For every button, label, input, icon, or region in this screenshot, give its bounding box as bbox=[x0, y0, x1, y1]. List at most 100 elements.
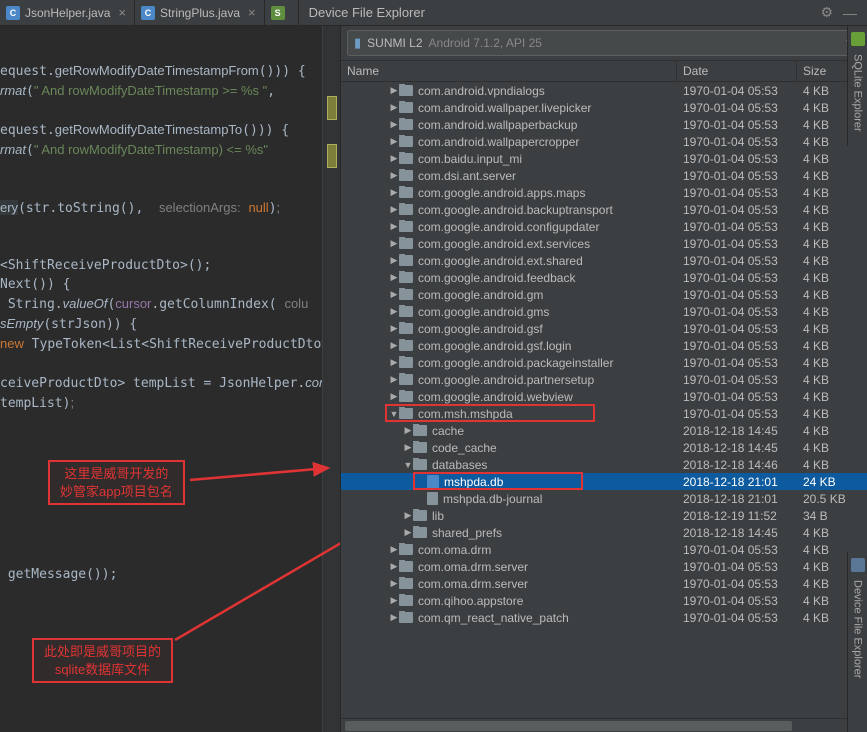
tree-folder[interactable]: ▶com.oma.drm.server1970-01-04 05:534 KB bbox=[341, 575, 867, 592]
expand-icon[interactable]: ▶ bbox=[389, 136, 399, 147]
item-date: 1970-01-04 05:53 bbox=[677, 339, 797, 353]
expand-icon[interactable]: ▶ bbox=[389, 102, 399, 113]
expand-icon[interactable]: ▶ bbox=[389, 374, 399, 385]
tree-folder[interactable]: ▶com.google.android.gm1970-01-04 05:534 … bbox=[341, 286, 867, 303]
device-file-explorer: ▮ SUNMI L2 Android 7.1.2, API 25 ▼ Name … bbox=[340, 26, 867, 732]
item-name: shared_prefs bbox=[432, 526, 502, 540]
minimize-icon[interactable]: ― bbox=[843, 5, 857, 21]
expand-icon[interactable]: ▶ bbox=[389, 187, 399, 198]
expand-icon[interactable]: ▶ bbox=[389, 357, 399, 368]
expand-icon[interactable]: ▶ bbox=[389, 544, 399, 555]
expand-icon[interactable]: ▶ bbox=[389, 578, 399, 589]
item-size: 4 KB bbox=[797, 271, 867, 285]
device-file-explorer-tab[interactable]: Device File Explorer bbox=[850, 574, 866, 684]
tree-folder[interactable]: ▶com.oma.drm.server1970-01-04 05:534 KB bbox=[341, 558, 867, 575]
tree-folder[interactable]: ▶lib2018-12-19 11:5234 B bbox=[341, 507, 867, 524]
tree-folder[interactable]: ▶com.android.vpndialogs1970-01-04 05:534… bbox=[341, 82, 867, 99]
expand-icon[interactable]: ▶ bbox=[389, 221, 399, 232]
expand-icon[interactable]: ▶ bbox=[403, 527, 413, 538]
expand-icon[interactable]: ▶ bbox=[389, 119, 399, 130]
tree-folder[interactable]: ▶com.android.wallpaper.livepicker1970-01… bbox=[341, 99, 867, 116]
expand-icon[interactable]: ▶ bbox=[389, 340, 399, 351]
tree-folder[interactable]: ▶com.qm_react_native_patch1970-01-04 05:… bbox=[341, 609, 867, 626]
tree-folder[interactable]: ▶shared_prefs2018-12-18 14:454 KB bbox=[341, 524, 867, 541]
tree-folder[interactable]: ▶com.google.android.gms1970-01-04 05:534… bbox=[341, 303, 867, 320]
tree-folder[interactable]: ▶com.oma.drm1970-01-04 05:534 KB bbox=[341, 541, 867, 558]
expand-icon[interactable]: ▶ bbox=[389, 595, 399, 606]
item-name: com.google.android.backuptransport bbox=[418, 203, 613, 217]
expand-icon[interactable]: ▶ bbox=[389, 153, 399, 164]
expand-icon[interactable]: ▶ bbox=[403, 442, 413, 453]
item-size: 4 KB bbox=[797, 152, 867, 166]
tree-folder[interactable]: ▶com.android.wallpaperbackup1970-01-04 0… bbox=[341, 116, 867, 133]
tree-folder[interactable]: ▶com.google.android.backuptransport1970-… bbox=[341, 201, 867, 218]
tree-folder[interactable]: ▶com.google.android.ext.shared1970-01-04… bbox=[341, 252, 867, 269]
expand-icon[interactable]: ▶ bbox=[389, 238, 399, 249]
tree-folder[interactable]: ▼com.msh.mshpda1970-01-04 05:534 KB bbox=[341, 405, 867, 422]
item-name: com.google.android.gsf bbox=[418, 322, 543, 336]
close-icon[interactable]: × bbox=[248, 5, 256, 20]
expand-icon[interactable]: ▶ bbox=[389, 255, 399, 266]
item-date: 1970-01-04 05:53 bbox=[677, 356, 797, 370]
close-icon[interactable]: × bbox=[118, 5, 126, 20]
file-tree[interactable]: ▶com.android.vpndialogs1970-01-04 05:534… bbox=[341, 82, 867, 732]
tree-folder[interactable]: ▶com.baidu.input_mi1970-01-04 05:534 KB bbox=[341, 150, 867, 167]
expand-icon[interactable]: ▶ bbox=[403, 510, 413, 521]
device-selector[interactable]: ▮ SUNMI L2 Android 7.1.2, API 25 ▼ bbox=[347, 30, 861, 56]
expand-icon[interactable]: ▶ bbox=[389, 204, 399, 215]
item-name: com.dsi.ant.server bbox=[418, 169, 516, 183]
tab-stringplus[interactable]: C StringPlus.java × bbox=[135, 0, 265, 26]
code-editor[interactable]: equest.getRowModifyDateTimestampFrom()))… bbox=[0, 26, 340, 732]
item-size: 4 KB bbox=[797, 186, 867, 200]
item-name: com.msh.mshpda bbox=[418, 407, 513, 421]
tree-folder[interactable]: ▶code_cache2018-12-18 14:454 KB bbox=[341, 439, 867, 456]
tree-folder[interactable]: ▶com.google.android.packageinstaller1970… bbox=[341, 354, 867, 371]
tab-other[interactable]: S bbox=[265, 0, 299, 26]
expand-icon[interactable]: ▶ bbox=[389, 272, 399, 283]
tab-label: JsonHelper.java bbox=[25, 6, 110, 20]
tree-folder[interactable]: ▶com.dsi.ant.server1970-01-04 05:534 KB bbox=[341, 167, 867, 184]
expand-icon[interactable]: ▶ bbox=[403, 425, 413, 436]
tab-jsonhelper[interactable]: C JsonHelper.java × bbox=[0, 0, 135, 26]
folder-icon bbox=[399, 544, 413, 555]
item-name: com.google.android.webview bbox=[418, 390, 573, 404]
expand-icon[interactable]: ▶ bbox=[389, 289, 399, 300]
tree-folder[interactable]: ▶com.google.android.configupdater1970-01… bbox=[341, 218, 867, 235]
gear-icon[interactable]: ⚙ bbox=[820, 4, 833, 21]
item-name: databases bbox=[432, 458, 487, 472]
item-size: 24 KB bbox=[797, 475, 867, 489]
col-date-header[interactable]: Date bbox=[677, 61, 797, 81]
item-date: 1970-01-04 05:53 bbox=[677, 118, 797, 132]
tree-folder[interactable]: ▶com.google.android.gsf.login1970-01-04 … bbox=[341, 337, 867, 354]
sqlite-explorer-tab[interactable]: SQLite Explorer bbox=[850, 48, 866, 138]
col-name-header[interactable]: Name bbox=[341, 61, 677, 81]
folder-icon bbox=[399, 306, 413, 317]
h-scrollbar[interactable] bbox=[341, 718, 867, 732]
item-date: 2018-12-19 11:52 bbox=[677, 509, 797, 523]
sqlite-explorer-icon[interactable] bbox=[851, 32, 865, 46]
expand-icon[interactable]: ▼ bbox=[403, 460, 413, 470]
tree-folder[interactable]: ▶cache2018-12-18 14:454 KB bbox=[341, 422, 867, 439]
tree-folder[interactable]: ▶com.google.android.partnersetup1970-01-… bbox=[341, 371, 867, 388]
expand-icon[interactable]: ▶ bbox=[389, 612, 399, 623]
tree-folder[interactable]: ▶com.google.android.webview1970-01-04 05… bbox=[341, 388, 867, 405]
expand-icon[interactable]: ▶ bbox=[389, 561, 399, 572]
device-file-explorer-icon[interactable] bbox=[851, 558, 865, 572]
annotation-sqlite-file: 此处即是威哥项目的sqlite数据库文件 bbox=[32, 638, 173, 683]
tree-folder[interactable]: ▶com.google.android.apps.maps1970-01-04 … bbox=[341, 184, 867, 201]
expand-icon[interactable]: ▶ bbox=[389, 391, 399, 402]
tree-folder[interactable]: ▶com.google.android.feedback1970-01-04 0… bbox=[341, 269, 867, 286]
folder-icon bbox=[399, 408, 413, 419]
tree-file[interactable]: mshpda.db2018-12-18 21:0124 KB bbox=[341, 473, 867, 490]
tree-folder[interactable]: ▶com.google.android.ext.services1970-01-… bbox=[341, 235, 867, 252]
expand-icon[interactable]: ▶ bbox=[389, 323, 399, 334]
tree-folder[interactable]: ▶com.android.wallpapercropper1970-01-04 … bbox=[341, 133, 867, 150]
expand-icon[interactable]: ▼ bbox=[389, 409, 399, 419]
expand-icon[interactable]: ▶ bbox=[389, 306, 399, 317]
tree-file[interactable]: mshpda.db-journal2018-12-18 21:0120.5 KB bbox=[341, 490, 867, 507]
tree-folder[interactable]: ▼databases2018-12-18 14:464 KB bbox=[341, 456, 867, 473]
tree-folder[interactable]: ▶com.qihoo.appstore1970-01-04 05:534 KB bbox=[341, 592, 867, 609]
tree-folder[interactable]: ▶com.google.android.gsf1970-01-04 05:534… bbox=[341, 320, 867, 337]
expand-icon[interactable]: ▶ bbox=[389, 170, 399, 181]
expand-icon[interactable]: ▶ bbox=[389, 85, 399, 96]
